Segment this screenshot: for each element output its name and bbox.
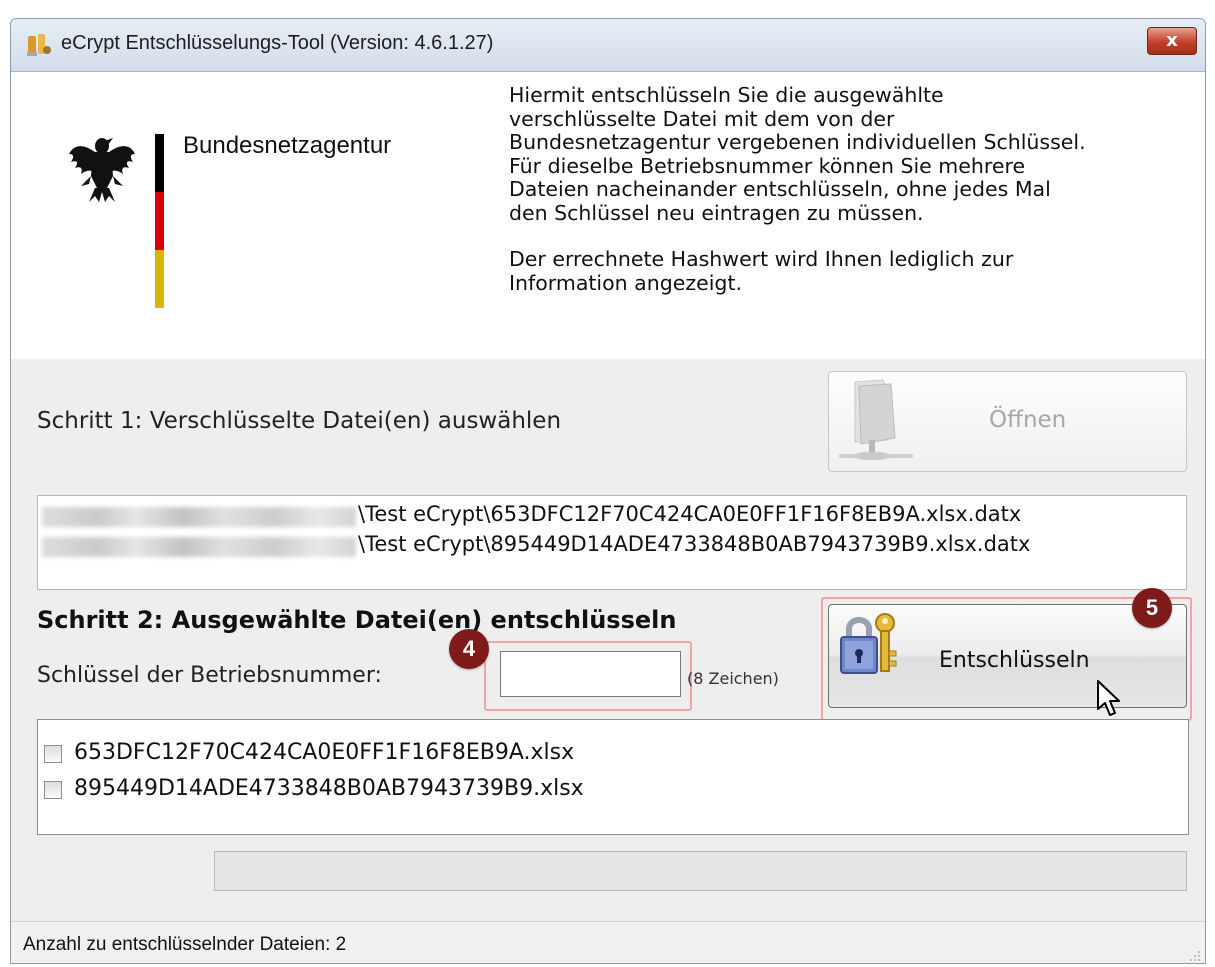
info-text: Hiermit entschlüsseln Sie die ausgewählt… (509, 83, 1199, 295)
info-paragraph-1: Hiermit entschlüsseln Sie die ausgewählt… (509, 83, 1086, 225)
close-button[interactable]: x (1147, 27, 1197, 55)
title-bar[interactable]: eCrypt Entschlüsselungs-Tool (Version: 4… (11, 19, 1205, 72)
step1-label: Schritt 1: Verschlüsselte Datei(en) ausw… (37, 408, 562, 434)
header-panel: Bundesnetzagentur Hiermit entschlüsseln … (11, 72, 1205, 359)
file-checkbox[interactable] (44, 745, 62, 763)
open-button[interactable]: Öffnen (828, 371, 1187, 472)
redacted-path (42, 537, 356, 557)
app-icon (27, 34, 51, 56)
close-icon: x (1166, 30, 1178, 51)
status-text: Anzahl zu entschlüsselnder Dateien: 2 (23, 934, 347, 955)
decrypt-file-checklist[interactable]: 653DFC12F70C424CA0E0FF1F16F8EB9A.xlsx 89… (37, 719, 1189, 835)
step2-title: Schritt 2: Ausgewählte Datei(en) entschl… (37, 606, 677, 634)
annotation-badge-4: 4 (449, 629, 489, 669)
progress-bar (214, 851, 1187, 891)
padlock-key-icon (840, 613, 897, 674)
key-input[interactable] (500, 651, 681, 697)
mouse-cursor-icon (1097, 680, 1120, 716)
open-button-label: Öffnen (989, 407, 1067, 433)
resize-grip-icon[interactable] (1187, 948, 1201, 962)
decrypt-button-label: Entschlüsseln (939, 648, 1090, 673)
annotation-badge-5: 5 (1132, 588, 1172, 628)
checklist-item-label: 895449D14ADE4733848B0AB7943739B9.xlsx (74, 776, 584, 801)
selected-files-list[interactable]: \Test eCrypt\653DFC12F70C424CA0E0FF1F16F… (37, 495, 1187, 590)
agency-name: Bundesnetzagentur (183, 132, 392, 159)
status-bar: Anzahl zu entschlüsselnder Dateien: 2 (11, 921, 1205, 963)
window-title: eCrypt Entschlüsselungs-Tool (Version: 4… (61, 32, 494, 54)
file-path-text: \Test eCrypt\653DFC12F70C424CA0E0FF1F16F… (358, 502, 1022, 526)
ecrypt-window: eCrypt Entschlüsselungs-Tool (Version: 4… (10, 18, 1206, 964)
info-paragraph-2: Der errechnete Hashwert wird Ihnen ledig… (509, 247, 1014, 295)
folder-network-icon (839, 379, 913, 460)
checklist-item-label: 653DFC12F70C424CA0E0FF1F16F8EB9A.xlsx (74, 740, 575, 765)
key-hint: (8 Zeichen) (687, 669, 779, 688)
flag-stripe (155, 134, 164, 308)
key-label: Schlüssel der Betriebsnummer: (37, 663, 382, 688)
file-checkbox[interactable] (44, 781, 62, 799)
redacted-path (42, 507, 356, 527)
decrypt-button[interactable]: Entschlüsseln (828, 604, 1187, 708)
file-path-text: \Test eCrypt\895449D14ADE4733848B0AB7943… (358, 532, 1031, 556)
federal-eagle-logo (69, 138, 135, 202)
